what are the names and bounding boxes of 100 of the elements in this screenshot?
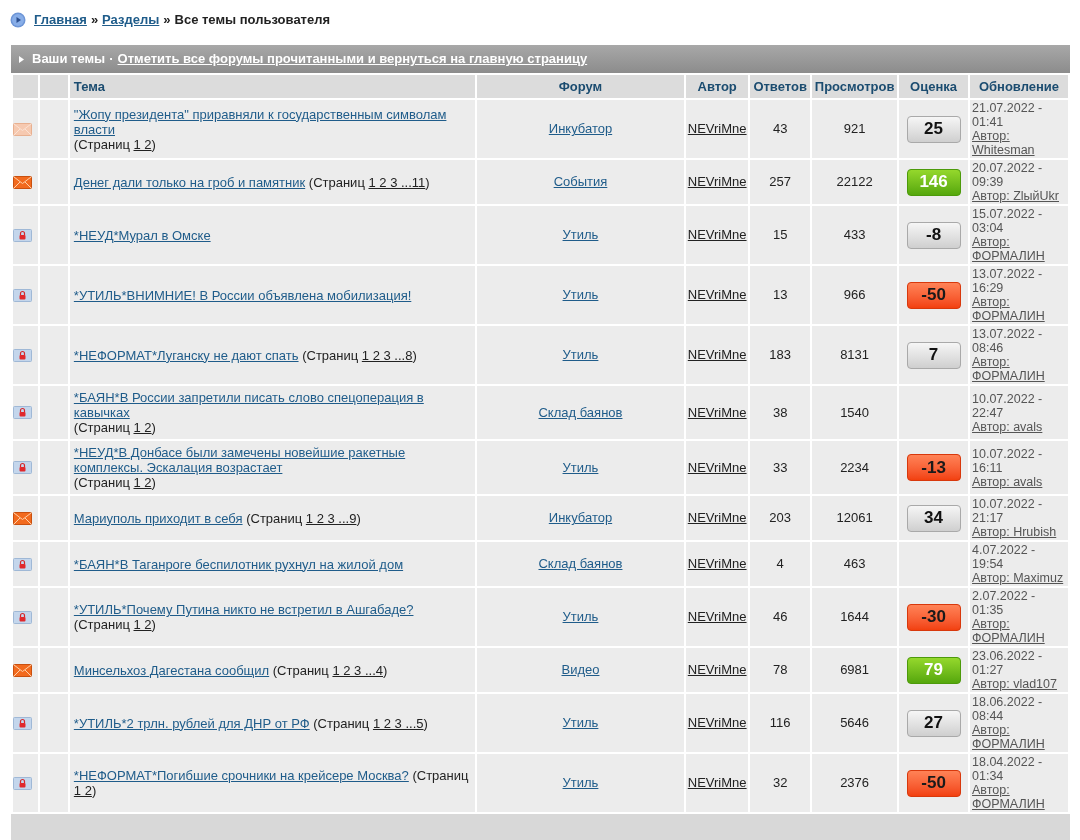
forum-link[interactable]: Утиль xyxy=(562,459,599,475)
update-time: 21.07.2022 - 01:41 xyxy=(972,101,1044,129)
table-cell: 22122 xyxy=(811,159,899,205)
author-link[interactable]: NEVriMne xyxy=(687,662,747,678)
table-cell: 1644 xyxy=(811,587,899,647)
last-author-link[interactable]: Автор: vlad107 xyxy=(972,677,1066,691)
topic-link[interactable]: *УТИЛЬ*Почему Путина никто не встретил в Ашгабаде? xyxy=(73,602,414,617)
table-cell: 8131 xyxy=(811,325,899,385)
column-header: Тема xyxy=(68,74,476,99)
rating-badge: -30 xyxy=(906,603,961,631)
lock-icon xyxy=(13,716,32,730)
topic-link[interactable]: *НЕФОРМАТ*Погибшие срочники на крейсере Москва? xyxy=(73,768,409,783)
last-author-link[interactable]: Автор: avals xyxy=(972,474,1066,489)
author-link[interactable]: NEVriMne xyxy=(687,715,747,731)
last-author-link[interactable]: Автор: ФОРМАЛИН xyxy=(972,783,1066,811)
rating-badge: -50 xyxy=(906,281,961,309)
forum-link[interactable]: Утиль xyxy=(562,609,599,625)
lock-icon xyxy=(13,348,32,362)
forum-link[interactable]: Утиль xyxy=(562,347,599,363)
forum-link[interactable]: Утиль xyxy=(562,715,599,731)
topic-link[interactable]: "Жопу президента" приравняли к государственным символам власти xyxy=(73,106,471,137)
table-cell: 921 xyxy=(811,99,899,159)
update-time: 20.07.2022 - 09:39 xyxy=(972,161,1044,189)
author-link[interactable]: NEVriMne xyxy=(687,174,747,190)
rating-badge: -13 xyxy=(906,454,961,481)
forum-link[interactable]: Видео xyxy=(561,662,600,678)
rating-badge: -50 xyxy=(906,769,961,797)
page-links[interactable]: 1 2 xyxy=(73,783,92,798)
author-link[interactable]: NEVriMne xyxy=(687,121,747,137)
table-cell: 13 xyxy=(749,265,812,325)
last-author-link[interactable]: Автор: avals xyxy=(972,419,1066,434)
update-time: 10.07.2022 - 16:11 xyxy=(972,446,1044,475)
page-links[interactable]: 1 2 3 ...4 xyxy=(332,662,384,678)
topic-link[interactable]: *НЕУД*В Донбасе были замечены новейшие ракетные комплексы. Эскалация возрастает xyxy=(73,445,471,475)
author-link[interactable]: NEVriMne xyxy=(687,227,747,243)
table-cell: 183 xyxy=(749,325,812,385)
update-time: 4.07.2022 - 19:54 xyxy=(972,543,1037,571)
last-author-link[interactable]: Автор: ZlыйUkr xyxy=(972,189,1066,203)
forum-link[interactable]: Утиль xyxy=(562,775,599,791)
author-link[interactable]: NEVriMne xyxy=(687,775,747,791)
page-links[interactable]: 1 2 xyxy=(133,475,152,490)
breadcrumb-link[interactable]: Разделы xyxy=(102,10,160,30)
page-links[interactable]: 1 2 xyxy=(133,136,152,152)
last-author-link[interactable]: Автор: ФОРМАЛИН xyxy=(972,355,1066,383)
rating-badge: 7 xyxy=(906,341,961,369)
last-author-link[interactable]: Автор: Maximuz xyxy=(972,571,1066,585)
topic-link[interactable]: Минсельхоз Дагестана сообщил xyxy=(73,662,270,678)
author-link[interactable]: NEVriMne xyxy=(687,404,747,420)
forum-link[interactable]: Инкубатор xyxy=(548,121,613,137)
last-author-link[interactable]: Автор: Hrubish xyxy=(972,525,1066,539)
forum-link[interactable]: Инкубатор xyxy=(548,510,613,526)
table-cell: 257 xyxy=(749,159,812,205)
forum-link[interactable]: Утиль xyxy=(562,287,599,303)
update-time: 10.07.2022 - 21:17 xyxy=(972,497,1044,525)
author-link[interactable]: NEVriMne xyxy=(687,556,747,572)
separator: · xyxy=(109,50,114,69)
forum-link[interactable]: События xyxy=(553,174,608,190)
pages-label: (Страниц xyxy=(313,715,370,731)
table-cell: 78 xyxy=(749,647,812,693)
topic-link[interactable]: *УТИЛЬ*ВНИМНИЕ! В России объявлена мобилизация! xyxy=(73,287,412,303)
last-author-link[interactable]: Автор: ФОРМАЛИН xyxy=(972,235,1066,263)
author-link[interactable]: NEVriMne xyxy=(687,510,747,526)
topic-link[interactable]: Мариуполь приходит в себя xyxy=(73,510,243,526)
topic-link[interactable]: *УТИЛЬ*2 трлн. рублей для ДНР от РФ xyxy=(73,715,310,731)
author-link[interactable]: NEVriMne xyxy=(687,287,747,303)
author-link[interactable]: NEVriMne xyxy=(687,347,747,363)
page-links[interactable]: 1 2 3 ...8 xyxy=(361,347,413,363)
topic-link[interactable]: *БАЯН*В Таганроге беспилотник рухнул на жилой дом xyxy=(73,556,404,572)
author-link[interactable]: NEVriMne xyxy=(687,609,747,625)
page-links[interactable]: 1 2 xyxy=(133,420,152,435)
rating-badge: 27 xyxy=(906,709,961,737)
last-author-link[interactable]: Автор: Whitesman xyxy=(972,129,1066,157)
table-cell: 12061 xyxy=(811,495,899,541)
page-links[interactable]: 1 2 3 ...5 xyxy=(372,715,424,731)
last-author-link[interactable]: Автор: ФОРМАЛИН xyxy=(972,295,1066,323)
topic-link[interactable]: *БАЯН*В России запретили писать слово спецоперация в кавычках xyxy=(73,390,471,420)
pages-label: ) xyxy=(151,420,156,435)
last-author-link[interactable]: Автор: ФОРМАЛИН xyxy=(972,617,1066,645)
table-cell: 5646 xyxy=(811,693,899,753)
author-link[interactable]: NEVriMne xyxy=(687,459,747,475)
last-author-link[interactable]: Автор: ФОРМАЛИН xyxy=(972,723,1066,751)
breadcrumb-link[interactable]: Главная xyxy=(34,10,87,30)
pages-label: ) xyxy=(423,715,428,731)
column-header: Форум xyxy=(475,74,686,99)
topic-link[interactable]: *НЕУД*Мурал в Омске xyxy=(73,227,211,243)
forum-link[interactable]: Утиль xyxy=(562,227,599,243)
lock-icon xyxy=(13,406,32,419)
table-cell: 1540 xyxy=(811,385,899,440)
topic-link[interactable]: *НЕФОРМАТ*Луганску не дают спать xyxy=(73,347,299,363)
update-time: 18.04.2022 - 01:34 xyxy=(972,755,1044,783)
arrow-icon xyxy=(19,55,24,63)
pages-label: ) xyxy=(91,783,97,798)
forum-link[interactable]: Склад баянов xyxy=(538,404,623,420)
topic-link[interactable]: Денег дали только на гроб и памятник xyxy=(73,174,306,190)
forum-link[interactable]: Склад баянов xyxy=(538,556,623,572)
update-time: 23.06.2022 - 01:27 xyxy=(972,649,1044,677)
page-links[interactable]: 1 2 xyxy=(133,617,152,632)
breadcrumb-separator: » xyxy=(90,11,99,30)
page-links[interactable]: 1 2 3 ...9 xyxy=(305,510,357,526)
update-time: 10.07.2022 - 22:47 xyxy=(972,391,1044,420)
